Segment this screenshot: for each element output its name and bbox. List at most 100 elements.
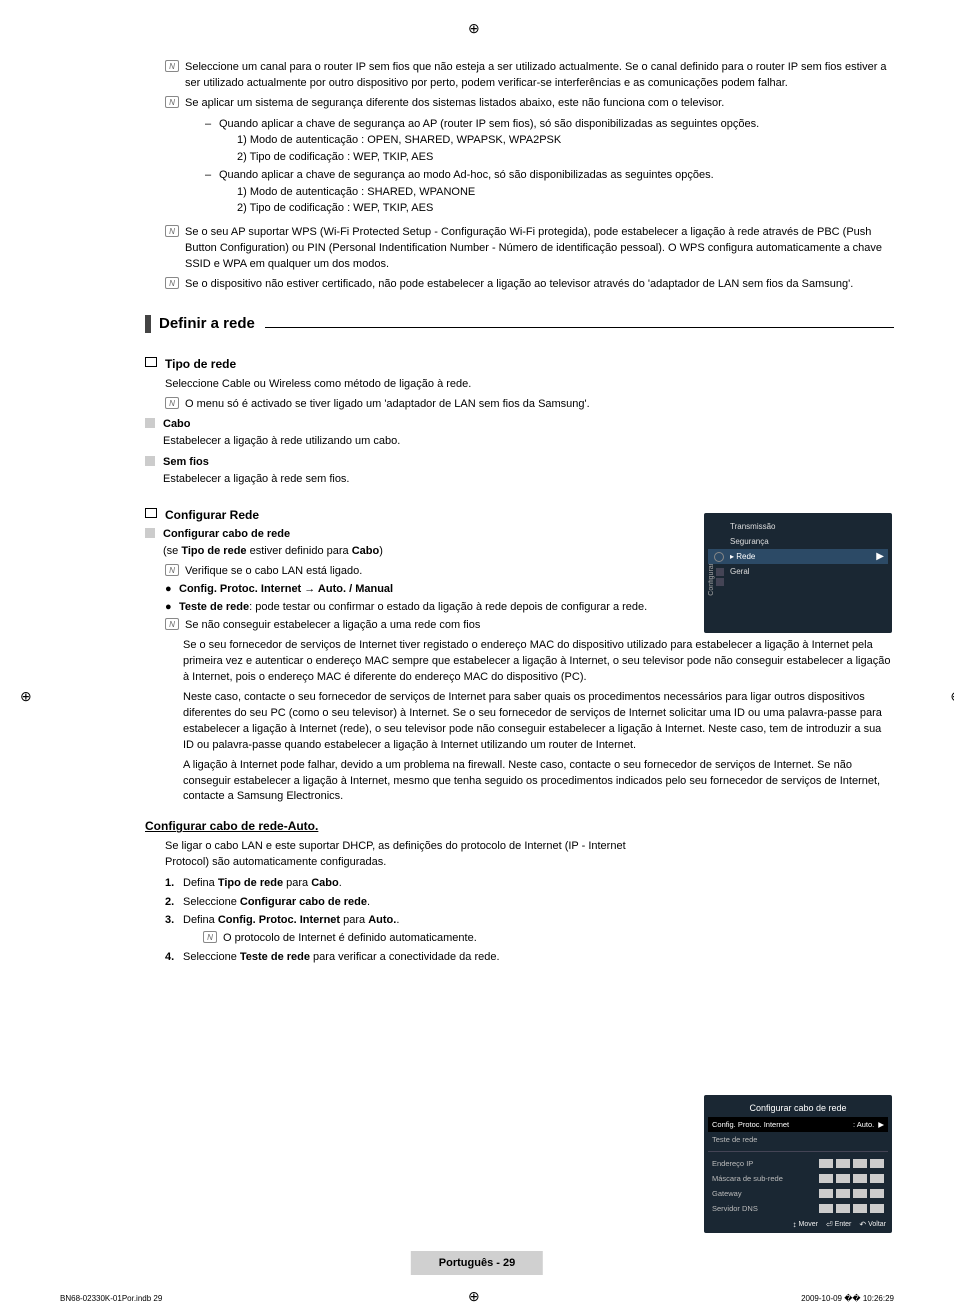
dot-icon: ● <box>165 600 179 616</box>
step-3-note: N O protocolo de Internet é definido aut… <box>203 931 894 947</box>
step-text: Defina Tipo de rede para Cabo. <box>183 875 894 892</box>
note-wps: N Se o seu AP suportar WPS (Wi-Fi Protec… <box>165 225 894 273</box>
hint-mover: ↕Mover <box>793 1220 818 1229</box>
registration-mark-bottom: ⊕ <box>468 1288 480 1305</box>
auth-line: 1) Modo de autenticação : SHARED, WPANON… <box>237 184 894 201</box>
note-icon: N <box>203 931 217 943</box>
osd-item-seguranca[interactable]: Segurança <box>708 534 888 549</box>
note-text: Se aplicar um sistema de segurança difer… <box>185 96 894 221</box>
osd-item-label: ▸ Rede <box>730 552 755 561</box>
tipo-desc: Seleccione Cable ou Wireless como método… <box>165 377 894 393</box>
ip-field <box>819 1174 884 1183</box>
osd2-ip-row: Endereço IP <box>708 1156 888 1171</box>
step-number: 4. <box>165 949 183 966</box>
step-text: Seleccione Configurar cabo de rede. <box>183 894 894 911</box>
tipo-note: N O menu só é activado se tiver ligado u… <box>165 397 894 413</box>
note-icon: N <box>165 277 179 289</box>
note-channel-interference: N Seleccione um canal para o router IP s… <box>165 60 894 92</box>
note-text: Se o seu AP suportar WPS (Wi-Fi Protecte… <box>185 225 894 273</box>
osd2-label: Gateway <box>712 1189 742 1198</box>
note-security-systems: N Se aplicar um sistema de segurança dif… <box>165 96 894 221</box>
osd2-gw-row: Gateway <box>708 1186 888 1201</box>
hint-enter: ⏎Enter <box>826 1220 851 1229</box>
section-title: Definir a rede <box>159 315 255 332</box>
heading-text: Configurar cabo de rede <box>163 528 290 540</box>
square-bullet-icon <box>145 357 157 367</box>
heading-text: Sem fios <box>163 456 209 468</box>
updown-icon: ↕ <box>793 1220 797 1229</box>
doc-timestamp: 2009-10-09 �� 10:26:29 <box>801 1294 894 1303</box>
osd2-label: Endereço IP <box>712 1159 753 1168</box>
dash-icon: – <box>205 167 219 184</box>
para-firewall: A ligação à Internet pode falhar, devido… <box>183 758 894 806</box>
osd2-mask-row: Máscara de sub-rede <box>708 1171 888 1186</box>
dash-icon: – <box>205 116 219 133</box>
step-number: 1. <box>165 875 183 892</box>
semfios-desc: Estabelecer a ligação à rede sem fios. <box>163 472 894 488</box>
note-icon: N <box>165 225 179 237</box>
osd-item-transmissao[interactable]: Transmissão <box>708 519 888 534</box>
gray-square-icon <box>145 418 155 428</box>
gray-square-icon <box>145 456 155 466</box>
osd2-title: Configurar cabo de rede <box>708 1099 888 1117</box>
note-icon: N <box>165 618 179 630</box>
osd-item-label: Segurança <box>730 537 769 546</box>
heading-cabo: Cabo <box>145 418 894 430</box>
note-lead: Se aplicar um sistema de segurança difer… <box>185 97 724 109</box>
registration-mark-top: ⊕ <box>468 20 480 37</box>
step-3: 3. Defina Config. Protoc. Internet para … <box>165 912 894 929</box>
subhead-config-auto: Configurar cabo de rede-Auto. <box>145 819 894 833</box>
osd-item-label: Transmissão <box>730 522 776 531</box>
para-mac: Se o seu fornecedor de serviços de Inter… <box>183 638 894 686</box>
auto-intro: Se ligar o cabo LAN e este suportar DHCP… <box>165 839 665 871</box>
return-icon: ↶ <box>859 1220 866 1229</box>
gray-square-icon <box>145 528 155 538</box>
osd-item-rede[interactable]: ▸ Rede ▶ <box>708 549 888 564</box>
heading-text: Tipo de rede <box>165 357 236 371</box>
section-definir-a-rede: Definir a rede <box>145 315 894 333</box>
page-number: Português - 29 <box>411 1251 543 1275</box>
osd2-teste-row[interactable]: Teste de rede <box>708 1132 888 1147</box>
osd-item-geral[interactable]: Geral <box>708 564 888 579</box>
menu-icon <box>716 578 724 586</box>
section-rule <box>265 327 894 328</box>
step-number: 2. <box>165 894 183 911</box>
square-bullet-icon <box>145 508 157 518</box>
note-icon: N <box>165 564 179 576</box>
osd2-label: Config. Protoc. Internet <box>712 1120 789 1129</box>
chevron-right-icon: ▶ <box>876 551 884 562</box>
chevron-right-icon: ▶ <box>878 1120 884 1129</box>
heading-text: Cabo <box>163 418 191 430</box>
sub-text: Quando aplicar a chave de segurança ao A… <box>219 118 759 130</box>
osd2-footer: ↕Mover ⏎Enter ↶Voltar <box>708 1216 888 1229</box>
step-4: 4. Seleccione Teste de rede para verific… <box>165 949 894 966</box>
step-1: 1. Defina Tipo de rede para Cabo. <box>165 875 894 892</box>
note-icon: N <box>165 96 179 108</box>
osd2-protocol-row[interactable]: Config. Protoc. Internet : Auto.▶ <box>708 1117 888 1132</box>
osd2-label: Teste de rede <box>712 1135 757 1144</box>
step-text: Seleccione Teste de rede para verificar … <box>183 949 894 966</box>
heading-text: Configurar Rede <box>165 508 259 522</box>
hint-voltar: ↶Voltar <box>859 1220 886 1229</box>
osd-item-blank <box>708 579 888 585</box>
cabo-desc: Estabelecer a ligação à rede utilizando … <box>163 434 894 450</box>
menu-icon <box>716 568 724 576</box>
sub-text: Quando aplicar a chave de segurança ao m… <box>219 169 714 181</box>
osd2-dns-row: Servidor DNS <box>708 1201 888 1216</box>
note-text: Se o dispositivo não estiver certificado… <box>185 277 894 293</box>
dot-icon: ● <box>165 582 179 598</box>
registration-mark-right: ⊕ <box>950 688 954 705</box>
osd2-label: Servidor DNS <box>712 1204 758 1213</box>
ip-field <box>819 1189 884 1198</box>
enc-line: 2) Tipo de codificação : WEP, TKIP, AES <box>237 200 894 217</box>
gear-icon <box>714 552 724 562</box>
osd-item-label: Geral <box>730 567 750 576</box>
note-text: Seleccione um canal para o router IP sem… <box>185 60 894 92</box>
enter-icon: ⏎ <box>826 1220 833 1229</box>
ip-field <box>819 1159 884 1168</box>
note-icon: N <box>165 397 179 409</box>
bullet-text: Teste de rede: pode testar ou confirmar … <box>179 600 647 616</box>
ip-field <box>819 1204 884 1213</box>
heading-tipo-de-rede: Tipo de rede <box>145 357 894 371</box>
step-2: 2. Seleccione Configurar cabo de rede. <box>165 894 894 911</box>
